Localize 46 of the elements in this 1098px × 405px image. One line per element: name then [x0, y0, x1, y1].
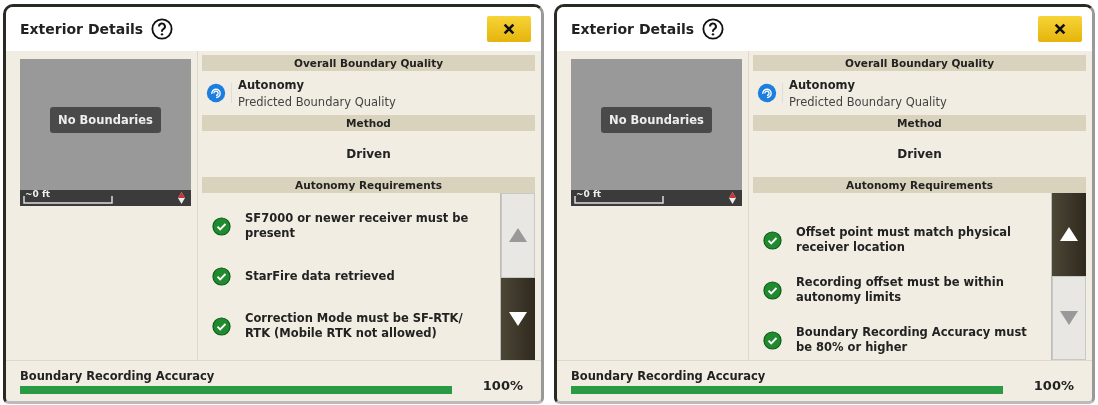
section-header: Overall Boundary Quality — [753, 55, 1086, 71]
scale-ruler-icon — [23, 196, 113, 204]
help-icon[interactable] — [151, 18, 174, 40]
requirement-text: Boundary Recording Accuracy must be 80% or higher — [796, 325, 1028, 355]
scale-label: ~0 ft — [576, 189, 602, 199]
close-icon — [1053, 22, 1067, 36]
method-value: Driven — [346, 147, 391, 161]
section-header: Autonomy Requirements — [753, 177, 1086, 193]
scroll-up-button[interactable] — [1052, 193, 1086, 276]
accuracy-label: Boundary Recording Accuracy — [571, 368, 767, 383]
close-icon — [502, 22, 516, 36]
autonomy-icon — [757, 83, 783, 103]
method-value: Driven — [897, 147, 942, 161]
requirement-text: Offset point must match physical receiver location — [796, 225, 1012, 255]
compass-icon — [178, 192, 185, 204]
scroll-down-button[interactable] — [501, 277, 535, 360]
requirement-text: Recording offset must be within autonomy limits — [796, 275, 1005, 305]
help-icon[interactable] — [702, 18, 725, 40]
accuracy-value: 100% — [1033, 377, 1074, 393]
dialog-title: Exterior Details — [571, 21, 695, 37]
section-header: Method — [202, 115, 535, 131]
close-button[interactable] — [1038, 16, 1082, 42]
autonomy-icon — [206, 83, 232, 103]
requirement-text: StarFire data retrieved — [245, 268, 396, 284]
quality-description: Predicted Boundary Quality — [789, 94, 947, 109]
scale-label: ~0 ft — [25, 189, 51, 199]
down-triangle-icon — [1059, 309, 1079, 326]
accuracy-label: Boundary Recording Accuracy — [20, 368, 216, 383]
up-triangle-icon — [508, 227, 528, 244]
requirement-text: Correction Mode must be SF-RTK/ RTK (Mobile RTK not allowed) — [245, 311, 464, 341]
no-boundaries-label: No Boundaries — [601, 107, 712, 133]
section-header: Autonomy Requirements — [202, 177, 535, 193]
quality-name: Autonomy — [238, 77, 306, 92]
up-triangle-icon — [1059, 226, 1079, 243]
no-boundaries-label: No Boundaries — [50, 107, 161, 133]
close-button[interactable] — [487, 16, 531, 42]
section-header: Method — [753, 115, 1086, 131]
dialog-title: Exterior Details — [20, 21, 144, 37]
quality-name: Autonomy — [789, 77, 857, 92]
quality-description: Predicted Boundary Quality — [238, 94, 396, 109]
accuracy-value: 100% — [482, 377, 523, 393]
section-header: Overall Boundary Quality — [202, 55, 535, 71]
scale-ruler-icon — [574, 196, 664, 204]
requirement-text: SF7000 or newer receiver must be present — [245, 211, 470, 241]
down-triangle-icon — [508, 310, 528, 327]
compass-icon — [729, 192, 736, 204]
